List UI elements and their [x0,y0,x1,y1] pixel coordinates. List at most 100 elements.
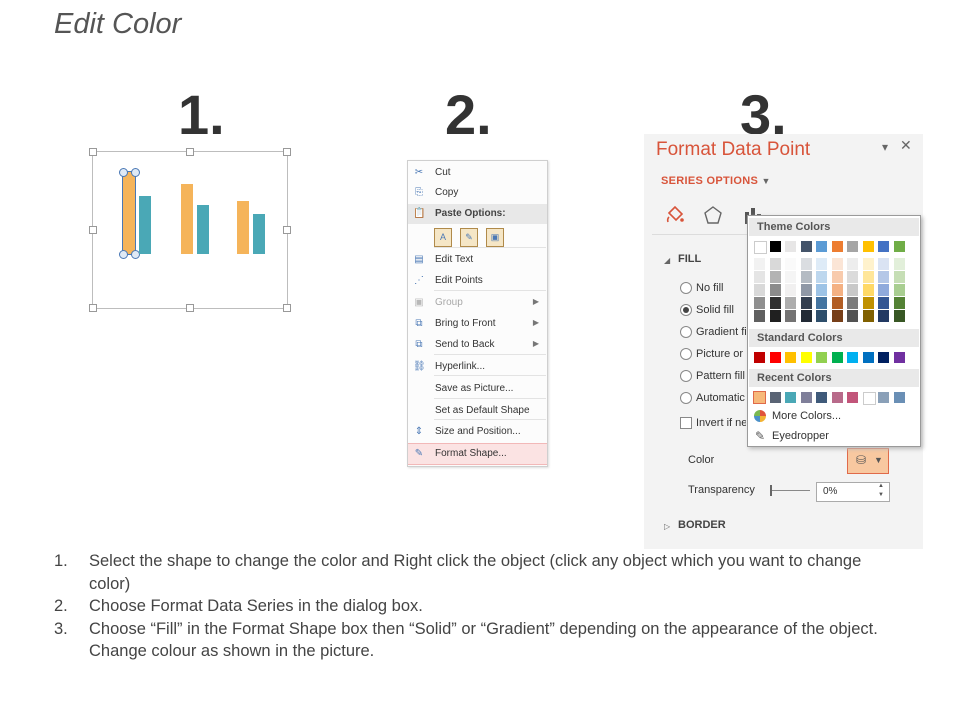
theme-shade-swatch[interactable] [754,271,765,283]
theme-color-swatch[interactable] [831,241,843,252]
theme-shade-swatch[interactable] [893,297,905,309]
theme-shade-swatch[interactable] [893,284,905,296]
chart-bar[interactable] [181,184,193,254]
theme-shade-swatch[interactable] [800,271,812,283]
menu-item-size-and-position[interactable]: ⇕ Size and Position... [408,422,547,442]
theme-shade-swatch[interactable] [831,297,843,309]
theme-shade-swatch[interactable] [816,310,827,322]
recent-color-swatch[interactable] [816,392,827,403]
theme-shade-swatch[interactable] [893,271,905,283]
fill-option-radio[interactable] [680,282,692,294]
fill-color-button[interactable]: ⛁ ▼ [847,448,889,474]
recent-color-swatch[interactable] [893,392,905,403]
pane-options-dropdown-icon[interactable]: ▾ [882,140,888,154]
theme-shade-swatch[interactable] [831,271,843,283]
theme-shade-swatch[interactable] [769,258,781,270]
menu-item-set-as-default-shape[interactable]: Set as Default Shape [408,401,547,421]
fill-section-header[interactable]: FILL [678,253,701,265]
recent-color-swatch[interactable] [785,392,796,403]
selection-handle[interactable] [119,250,128,259]
theme-shade-swatch[interactable] [831,310,843,322]
theme-shade-swatch[interactable] [893,310,905,322]
theme-shade-swatch[interactable] [878,258,889,270]
menu-item-bring-to-front[interactable]: ⧉ Bring to Front ▶ [408,314,547,334]
chart-bar[interactable] [253,214,265,254]
fill-option-radio[interactable] [680,348,692,360]
chart-bar[interactable] [139,196,151,254]
paste-option-icon[interactable]: A [434,228,452,247]
theme-shade-swatch[interactable] [800,258,812,270]
theme-shade-swatch[interactable] [831,258,843,270]
theme-shade-swatch[interactable] [847,310,858,322]
theme-color-swatch[interactable] [800,241,812,252]
menu-item-format-shape[interactable]: ✎ Format Shape... [408,443,547,465]
recent-color-swatch[interactable] [800,392,812,403]
theme-shade-swatch[interactable] [769,310,781,322]
transparency-slider[interactable] [770,490,810,491]
close-icon[interactable]: ✕ [900,137,912,154]
fill-line-tab[interactable] [664,204,686,226]
theme-shade-swatch[interactable] [769,271,781,283]
theme-shade-swatch[interactable] [878,297,889,309]
theme-shade-swatch[interactable] [878,284,889,296]
standard-color-swatch[interactable] [862,352,874,363]
frame-resize-handle[interactable] [186,148,194,156]
collapse-triangle-icon[interactable]: ▷ [664,522,670,531]
menu-item-edit-points[interactable]: ⋰ Edit Points [408,271,547,291]
theme-color-swatch[interactable] [847,241,858,252]
theme-shade-swatch[interactable] [754,284,765,296]
theme-color-swatch[interactable] [754,241,767,254]
eyedropper-item[interactable]: Eyedropper [772,430,829,442]
theme-shade-swatch[interactable] [878,271,889,283]
theme-shade-swatch[interactable] [785,271,796,283]
recent-color-swatch[interactable] [878,392,889,403]
standard-color-swatch[interactable] [769,352,781,363]
invert-if-negative-checkbox[interactable] [680,417,692,429]
theme-shade-swatch[interactable] [878,310,889,322]
theme-shade-swatch[interactable] [862,258,874,270]
fill-option-radio[interactable] [680,392,692,404]
theme-shade-swatch[interactable] [785,284,796,296]
theme-shade-swatch[interactable] [862,297,874,309]
theme-shade-swatch[interactable] [816,271,827,283]
theme-color-swatch[interactable] [893,241,905,252]
spin-down-icon[interactable]: ▼ [878,492,884,498]
fill-option-radio[interactable] [680,326,692,338]
theme-color-swatch[interactable] [862,241,874,252]
menu-item-edit-text[interactable]: ▤ Edit Text [408,250,547,270]
fill-option-radio[interactable] [680,304,692,316]
frame-resize-handle[interactable] [186,304,194,312]
expand-triangle-icon[interactable]: ◢ [664,256,670,265]
transparency-slider-thumb[interactable] [770,485,772,496]
menu-item-cut[interactable]: ✂ Cut [408,163,547,183]
theme-shade-swatch[interactable] [831,284,843,296]
standard-color-swatch[interactable] [754,352,765,363]
menu-item-group[interactable]: ▣ Group ▶ [408,293,547,313]
recent-color-swatch[interactable] [769,392,781,403]
theme-shade-swatch[interactable] [754,310,765,322]
fill-option-radio[interactable] [680,370,692,382]
theme-shade-swatch[interactable] [847,271,858,283]
theme-shade-swatch[interactable] [754,258,765,270]
transparency-input[interactable]: 0% ▲ ▼ [816,482,890,502]
frame-resize-handle[interactable] [89,226,97,234]
recent-color-swatch[interactable] [753,391,766,404]
theme-shade-swatch[interactable] [862,284,874,296]
theme-shade-swatch[interactable] [754,297,765,309]
standard-color-swatch[interactable] [785,352,796,363]
frame-resize-handle[interactable] [283,304,291,312]
recent-color-swatch[interactable] [862,392,876,405]
chart-object[interactable] [89,148,291,312]
theme-shade-swatch[interactable] [862,271,874,283]
frame-resize-handle[interactable] [89,148,97,156]
chart-bar[interactable] [237,201,249,254]
theme-shade-swatch[interactable] [893,258,905,270]
frame-resize-handle[interactable] [283,148,291,156]
menu-item-save-as-picture[interactable]: Save as Picture... [408,379,547,399]
menu-item-send-to-back[interactable]: ⧉ Send to Back ▶ [408,335,547,355]
chart-bar[interactable] [197,205,209,254]
theme-shade-swatch[interactable] [862,310,874,322]
theme-shade-swatch[interactable] [800,284,812,296]
paste-option-icon[interactable]: ▣ [486,228,504,247]
more-colors-item[interactable]: More Colors... [772,410,841,422]
